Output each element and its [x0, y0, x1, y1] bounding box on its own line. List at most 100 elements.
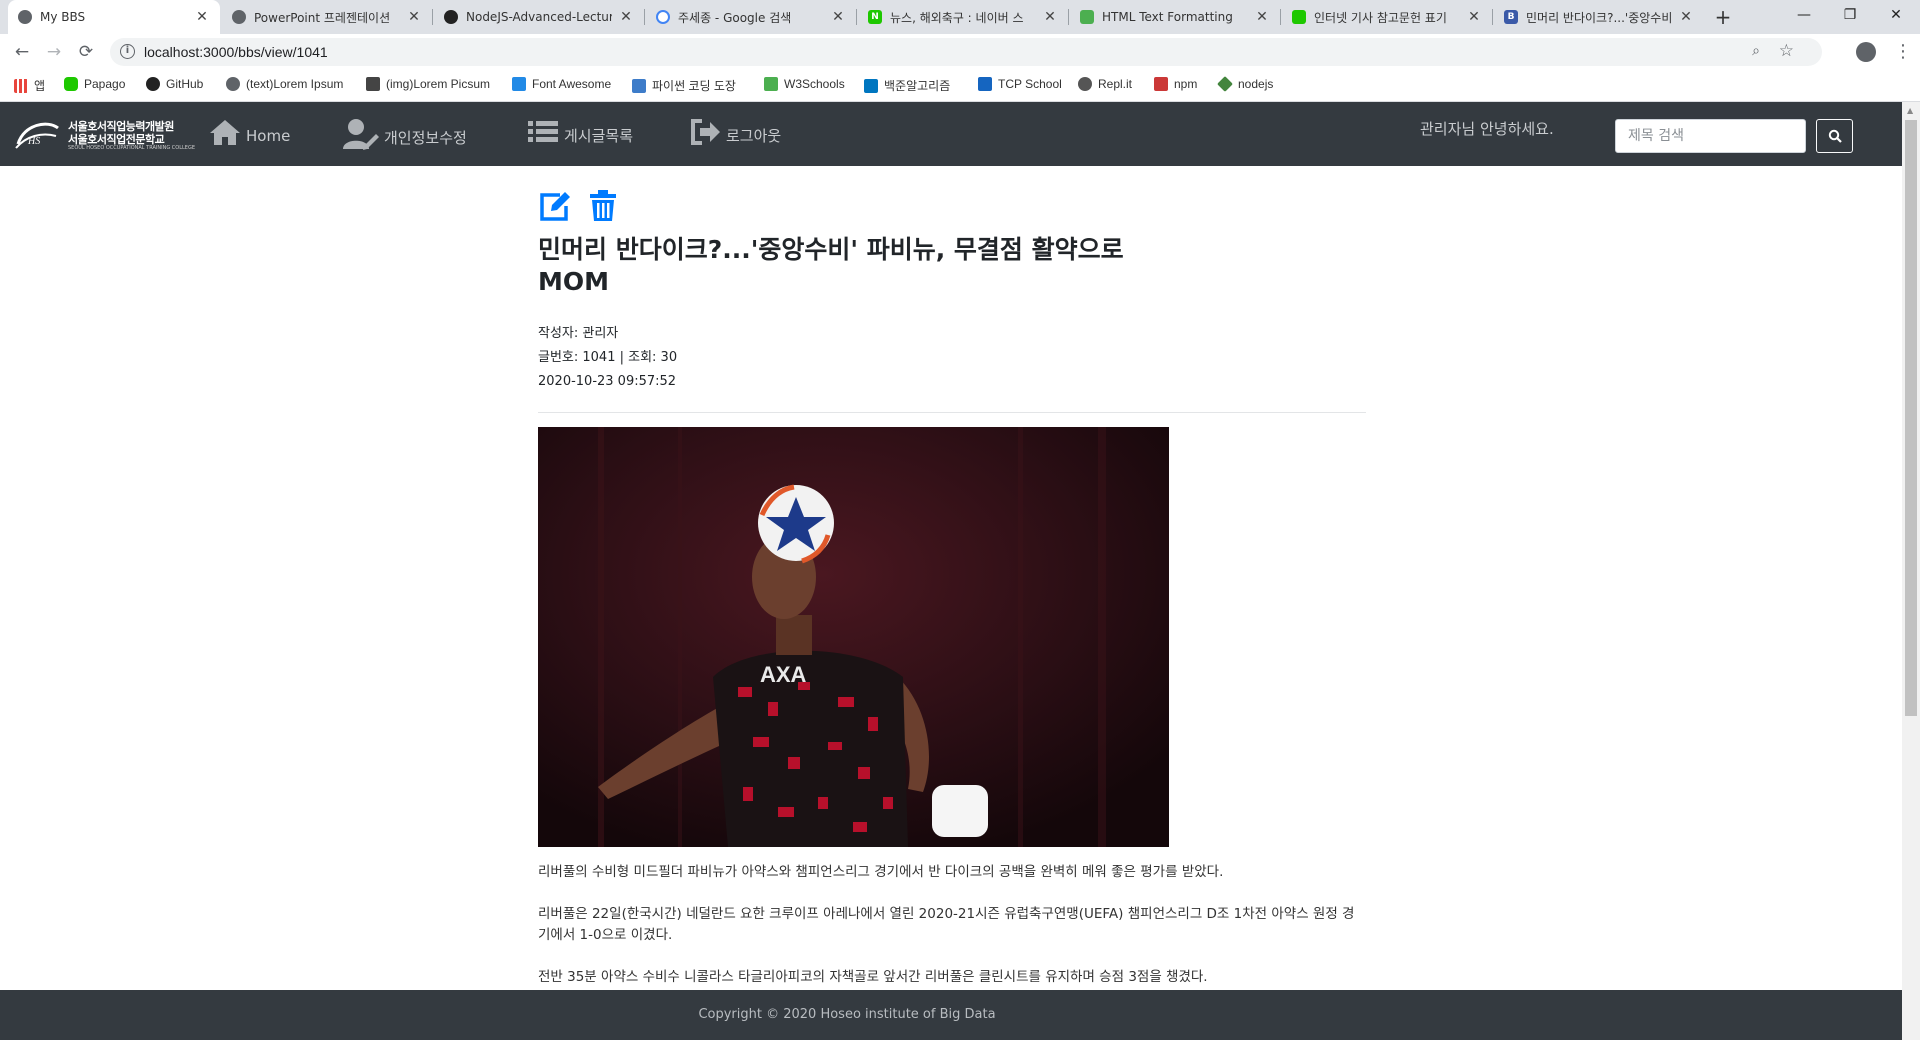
- browser-menu-icon[interactable]: ⋮: [1894, 40, 1912, 64]
- edit-icon: [540, 192, 570, 221]
- url-text[interactable]: localhost:3000/bbs/view/1041: [144, 44, 328, 60]
- reload-button[interactable]: ⟳: [74, 40, 98, 64]
- bookmark-lorem-ipsum[interactable]: (text)Lorem Ipsum: [226, 77, 343, 91]
- bookmark-python-dojang[interactable]: 파이썬 코딩 도장: [632, 77, 736, 94]
- bookmark-w3schools[interactable]: W3Schools: [764, 77, 845, 91]
- apps-grid-icon: [14, 78, 28, 93]
- browser-tab-naver[interactable]: N 뉴스, 해외축구 : 네이버 스 ✕: [858, 0, 1068, 34]
- close-icon[interactable]: ✕: [1466, 9, 1482, 25]
- forward-button[interactable]: →: [42, 40, 66, 64]
- bookmark-label: GitHub: [166, 77, 204, 91]
- site-footer: Copyright © 2020 Hoseo institute of Big …: [0, 990, 1902, 1040]
- nav-logout[interactable]: 로그아웃: [690, 118, 781, 146]
- logo-line3: SEOUL HOSEO OCCUPATIONAL TRAINING COLLEG…: [68, 145, 195, 151]
- nodejs-icon: [1217, 76, 1233, 92]
- bookmark-label: TCP School: [998, 77, 1062, 91]
- back-button[interactable]: ←: [10, 40, 34, 64]
- nav-profile-edit[interactable]: 개인정보수정: [342, 118, 467, 150]
- scroll-up-arrow-icon[interactable]: ▲: [1907, 106, 1913, 115]
- bookmark-label: Font Awesome: [532, 77, 612, 91]
- post-meta: 작성자: 관리자 글번호: 1041 | 조회: 30 2020-10-23 0…: [538, 322, 677, 394]
- delete-button[interactable]: [588, 190, 622, 222]
- search-icon: [1828, 129, 1842, 143]
- font-awesome-icon: [512, 77, 526, 91]
- bookmark-apps[interactable]: 앱: [14, 77, 45, 94]
- title-search-input[interactable]: [1615, 119, 1806, 153]
- browser-tab-w3schools[interactable]: HTML Text Formatting ✕: [1070, 0, 1280, 34]
- npm-icon: [1154, 77, 1168, 91]
- bookmark-npm[interactable]: npm: [1154, 77, 1197, 91]
- close-icon[interactable]: ✕: [1254, 9, 1270, 25]
- tab-separator: [644, 9, 645, 25]
- post-paragraph: 리버풀의 수비형 미드필더 파비뉴가 아약스와 챔피언스리그 경기에서 반 다이…: [538, 864, 1224, 880]
- nav-home-label: Home: [246, 127, 291, 145]
- nav-home[interactable]: Home: [208, 118, 290, 146]
- page-scrollbar[interactable]: ▲: [1902, 102, 1920, 1040]
- bookmark-label: (img)Lorem Picsum: [386, 77, 491, 91]
- close-icon[interactable]: ✕: [194, 9, 210, 25]
- bookmark-label: 앱: [34, 79, 46, 93]
- new-tab-button[interactable]: +: [1710, 4, 1736, 30]
- post-title: 민머리 반다이크?...'중앙수비' 파비뉴, 무결점 활약으로 MOM: [538, 235, 1124, 296]
- bookmark-label: 백준알고리즘: [884, 79, 951, 93]
- bookmark-replit[interactable]: Repl.it: [1078, 77, 1132, 91]
- w3schools-icon: [1080, 10, 1094, 24]
- bookmark-font-awesome[interactable]: Font Awesome: [512, 77, 611, 91]
- browser-tab-github[interactable]: NodeJS-Advanced-Lecture ✕: [434, 0, 644, 34]
- tab-separator: [856, 9, 857, 25]
- tab-title: My BBS: [40, 10, 86, 24]
- bookmark-nodejs[interactable]: nodejs: [1217, 76, 1273, 92]
- edit-button[interactable]: [538, 190, 572, 222]
- post-paragraph: 전반 35분 아약스 수비수 니콜라스 타글리아피코의 자책골로 앞서간 리버풀…: [538, 969, 1208, 985]
- search-button[interactable]: [1816, 119, 1853, 153]
- tab-title: 인터넷 기사 참고문헌 표기: [1314, 10, 1447, 25]
- bookmark-star-icon[interactable]: ☆: [1779, 41, 1794, 61]
- profile-avatar[interactable]: [1856, 42, 1876, 62]
- close-icon[interactable]: ✕: [830, 9, 846, 25]
- bookmark-papago[interactable]: Papago: [64, 77, 125, 91]
- bookmark-tcp-school[interactable]: TCP School: [978, 77, 1062, 91]
- naver-icon: N: [868, 10, 882, 24]
- post-number-views: 글번호: 1041 | 조회: 30: [538, 350, 678, 365]
- bookmark-lorem-picsum[interactable]: (img)Lorem Picsum: [366, 77, 490, 91]
- close-window-button[interactable]: ✕: [1868, 0, 1920, 30]
- browser-tab-bbs-post[interactable]: B 민머리 반다이크?...'중앙수비 ✕: [1494, 0, 1704, 34]
- scrollbar-thumb[interactable]: [1905, 120, 1917, 716]
- list-icon: [528, 121, 558, 142]
- tab-separator: [432, 9, 433, 25]
- close-icon[interactable]: ✕: [406, 9, 422, 25]
- tab-title: HTML Text Formatting: [1102, 10, 1233, 24]
- tcpschool-icon: [978, 77, 992, 91]
- tab-title: 뉴스, 해외축구 : 네이버 스: [890, 10, 1024, 25]
- site-navbar: HS 서울호서직업능력개발원 서울호서직업전문학교 SEOUL HOSEO OC…: [0, 102, 1902, 166]
- address-bar: ← → ⟳ i localhost:3000/bbs/view/1041 ⌕ ☆: [0, 34, 1920, 70]
- greeting-text: 관리자님 안녕하세요.: [1420, 120, 1554, 138]
- bookmark-label: Papago: [84, 77, 126, 91]
- nav-post-list-label: 게시글목록: [564, 126, 634, 145]
- dojang-icon: [632, 78, 646, 93]
- nav-post-list[interactable]: 게시글목록: [528, 118, 633, 146]
- browser-tab-powerpoint[interactable]: PowerPoint 프레젠테이션 ✕: [222, 0, 432, 34]
- bookmark-label: npm: [1174, 77, 1198, 91]
- browser-tab-my-bbs[interactable]: My BBS ✕: [8, 0, 220, 34]
- url-field[interactable]: i localhost:3000/bbs/view/1041 ⌕ ☆: [110, 38, 1822, 66]
- post-photo: AXA: [538, 427, 1169, 847]
- tab-title: 민머리 반다이크?...'중앙수비: [1526, 10, 1672, 25]
- papago-icon: [64, 77, 78, 91]
- soccer-player-image: AXA: [538, 427, 1169, 847]
- logo-emblem-icon: HS: [15, 122, 59, 149]
- github-icon: [444, 10, 458, 24]
- bookmark-baekjoon[interactable]: 백준알고리즘: [864, 77, 950, 94]
- tab-title: NodeJS-Advanced-Lecture: [466, 10, 612, 24]
- bookmark-github[interactable]: GitHub: [146, 77, 203, 91]
- tab-title: PowerPoint 프레젠테이션: [254, 10, 391, 25]
- close-icon[interactable]: ✕: [1678, 9, 1694, 25]
- close-icon[interactable]: ✕: [618, 9, 634, 25]
- info-icon[interactable]: i: [120, 44, 135, 59]
- browser-tab-blog[interactable]: 인터넷 기사 참고문헌 표기 ✕: [1282, 0, 1492, 34]
- browser-tab-google[interactable]: 주세종 - Google 검색 ✕: [646, 0, 856, 34]
- trash-icon: [590, 190, 616, 221]
- site-logo[interactable]: HS 서울호서직업능력개발원 서울호서직업전문학교 SEOUL HOSEO OC…: [14, 116, 195, 152]
- close-icon[interactable]: ✕: [1042, 9, 1058, 25]
- zoom-icon[interactable]: ⌕: [1752, 43, 1760, 59]
